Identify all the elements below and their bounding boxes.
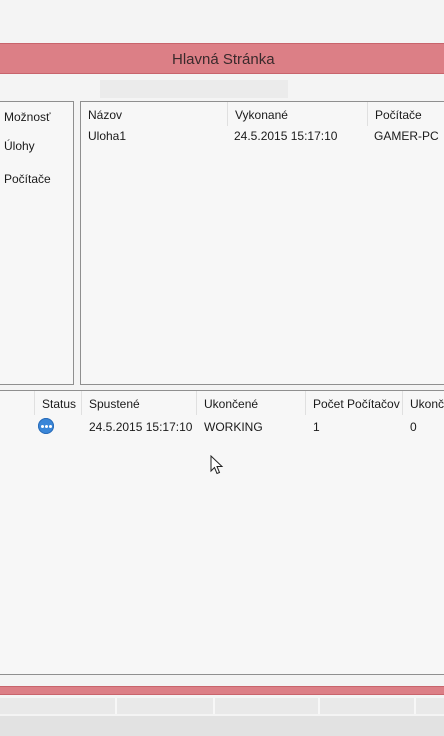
column-header-nazov[interactable]: Názov [81,102,228,126]
column-header-status[interactable]: Status [35,391,82,415]
menu-item-pocitace[interactable]: Počítače [4,172,51,186]
run-computer-count-cell: 1 [313,420,320,434]
running-dots-icon [38,418,54,434]
run-ukonc-cell: 0 [410,420,417,434]
column-header-blank[interactable] [0,391,35,415]
column-header-pocitace[interactable]: Počítače [368,102,444,126]
tasks-table: Názov Vykonané Počítače Uloha1 24.5.2015… [80,101,444,385]
status-strip [0,698,444,714]
task-executed-cell: 24.5.2015 15:17:10 [234,129,338,143]
run-started-cell: 24.5.2015 15:17:10 [89,420,193,434]
runs-table: Status Spustené Ukončené Počet Počítačov… [0,390,444,675]
column-header-vykonane[interactable]: Vykonané [228,102,368,126]
column-header-spustene[interactable]: Spustené [82,391,197,415]
task-name-cell: Uloha1 [88,129,127,143]
task-computers-cell: GAMER-PC [374,129,439,143]
run-finished-cell: WORKING [204,420,263,434]
footer-strip [0,716,444,736]
bottom-accent-bar [0,686,444,695]
toolstrip-area [100,80,288,98]
menu-item-moznost[interactable]: Možnosť [4,110,51,124]
column-header-ukonc[interactable]: Ukonč [403,391,444,415]
mouse-cursor-icon [210,455,224,475]
column-header-ukoncene[interactable]: Ukončené [197,391,306,415]
column-header-pocet-pocitacov[interactable]: Počet Počítačov [306,391,403,415]
menu-item-ulohy[interactable]: Úlohy [4,139,35,153]
side-menu: Možnosť Úlohy Počítače [0,101,74,385]
window-title: Hlavná Stránka [172,51,275,68]
window-title-bar: Hlavná Stránka [0,43,444,74]
